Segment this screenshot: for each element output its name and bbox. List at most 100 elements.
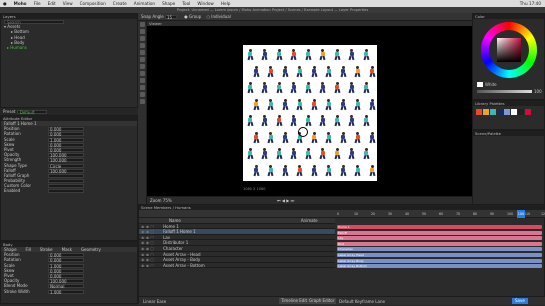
palette-swatch[interactable] bbox=[511, 109, 517, 115]
body-value[interactable]: 0.000 bbox=[48, 258, 84, 263]
tick-label: 80 bbox=[473, 212, 478, 216]
menu-composition[interactable]: Composition bbox=[80, 1, 106, 6]
body-value[interactable]: 1.000 bbox=[48, 263, 84, 268]
palette-swatch[interactable] bbox=[476, 109, 482, 115]
tick-label: 30 bbox=[388, 212, 393, 216]
body-value[interactable]: 1.000 bbox=[48, 289, 84, 294]
tree-item-humans[interactable]: ▸ Humans bbox=[1, 45, 137, 50]
layers-panel: Layers Search ▾ Assets ▸ Bottom ▸ Head ▸… bbox=[0, 13, 138, 108]
keyframe-bar[interactable]: Label Array Body bbox=[337, 258, 542, 263]
keyframe-bar[interactable]: Home 1 bbox=[337, 225, 542, 229]
menu-shape[interactable]: Shape bbox=[162, 1, 175, 6]
color-wheel[interactable] bbox=[481, 22, 537, 78]
attribute-value[interactable]: 1.000 bbox=[48, 137, 84, 142]
color-swatch[interactable] bbox=[477, 82, 483, 87]
preset-select[interactable]: Default bbox=[16, 110, 47, 115]
composition-canvas[interactable] bbox=[243, 45, 377, 181]
anchor-tool-icon[interactable] bbox=[139, 99, 145, 104]
menu-view[interactable]: View bbox=[63, 1, 73, 6]
library-header: Library Palettes bbox=[473, 101, 544, 106]
playhead[interactable]: 100 bbox=[517, 210, 525, 218]
viewer-toolbar: Snap Angle 15 ● Group ○ Individual bbox=[138, 13, 472, 21]
attribute-editor: Attribute Editor Falloff 1 Home 1 Positi… bbox=[0, 115, 138, 241]
visibility-icon[interactable]: ◉ ◉ ◻ bbox=[141, 235, 155, 240]
figure-illustration bbox=[290, 115, 297, 127]
menu-edit[interactable]: Edit bbox=[48, 1, 56, 6]
figure-illustration bbox=[267, 164, 274, 176]
move-tool-icon[interactable] bbox=[139, 22, 145, 27]
body-value[interactable]: Normal bbox=[48, 284, 84, 289]
attribute-value[interactable]: 100.000 bbox=[48, 158, 84, 163]
text-tool-icon[interactable] bbox=[139, 43, 145, 48]
visibility-icon[interactable]: ◉ ◉ ◻ bbox=[141, 229, 155, 234]
menu-help[interactable]: Help bbox=[221, 1, 231, 6]
layer-name: Lay bbox=[163, 234, 171, 240]
palette-swatch[interactable] bbox=[504, 109, 510, 115]
saturation-square[interactable] bbox=[497, 38, 521, 62]
attribute-value[interactable] bbox=[48, 189, 84, 194]
visibility-icon[interactable]: ◉ ◉ ◻ bbox=[141, 257, 155, 262]
scene-palette-panel: Scene/Palette bbox=[472, 130, 545, 208]
visibility-icon[interactable]: ◉ ◉ ◻ bbox=[141, 263, 155, 268]
timeline-row[interactable]: ◉ ◉ ◻ Asset Array - Bottom bbox=[139, 263, 335, 269]
tick-label: 120 bbox=[541, 212, 545, 216]
tool-strip bbox=[138, 13, 147, 208]
attribute-value[interactable]: 0.000 bbox=[48, 132, 84, 137]
hand-tool-icon[interactable] bbox=[139, 85, 145, 90]
palette-swatch[interactable] bbox=[490, 109, 496, 115]
ease-label[interactable]: Linear Ease bbox=[143, 299, 166, 304]
keyframe-bar[interactable]: Label Array Head bbox=[337, 253, 542, 257]
palette-swatch[interactable] bbox=[518, 109, 524, 115]
polygon-tool-icon[interactable] bbox=[139, 64, 145, 69]
snap-angle-label: Snap Angle bbox=[141, 14, 164, 19]
tree-label: Humans bbox=[10, 44, 27, 50]
menu-file[interactable]: File bbox=[34, 1, 41, 6]
figure-illustration bbox=[369, 164, 375, 176]
zoom-tool-icon[interactable] bbox=[139, 92, 145, 97]
keyframe-lane-status: Default Keyframe Lane bbox=[339, 299, 385, 304]
menu-create[interactable]: Create bbox=[113, 1, 127, 6]
body-panel: Body Shape Fill Stroke Mask Geometry Pos… bbox=[0, 241, 138, 304]
layer-name: Character bbox=[163, 245, 183, 251]
pen-tool-icon[interactable] bbox=[139, 29, 145, 34]
individual-toggle[interactable]: ○ Individual bbox=[207, 14, 231, 19]
palette-swatch[interactable] bbox=[483, 109, 489, 115]
tick-label: 90 bbox=[490, 212, 495, 216]
snap-angle-input[interactable]: 15 bbox=[165, 15, 177, 20]
zoom-readout[interactable]: Zoom 75% bbox=[150, 198, 172, 203]
palette-swatch[interactable] bbox=[497, 109, 503, 115]
eyedropper-tool-icon[interactable] bbox=[139, 78, 145, 83]
visibility-icon[interactable]: ◉ ◉ ◻ bbox=[141, 240, 155, 245]
keyframe-bar[interactable]: Dist bbox=[337, 241, 542, 246]
brush-tool-icon[interactable] bbox=[139, 36, 145, 41]
attribute-label: Enabled bbox=[4, 188, 21, 194]
keyframe-bar[interactable]: Falloff bbox=[337, 230, 542, 235]
visibility-icon[interactable]: ◉ ◉ ◻ bbox=[141, 252, 155, 257]
rectangle-tool-icon[interactable] bbox=[139, 50, 145, 55]
tick-label: 60 bbox=[439, 212, 444, 216]
menu-tool[interactable]: Tool bbox=[182, 1, 190, 6]
figure-illustration bbox=[348, 148, 355, 160]
menu-animation[interactable]: Animation bbox=[134, 1, 155, 6]
menu-window[interactable]: Window bbox=[197, 1, 214, 6]
app-menu[interactable]: Moho bbox=[14, 1, 27, 6]
star-tool-icon[interactable] bbox=[139, 71, 145, 76]
figure-illustration bbox=[276, 115, 282, 127]
palette-swatch[interactable] bbox=[525, 109, 531, 115]
apple-menu[interactable]: ● bbox=[3, 1, 7, 6]
attribute-value[interactable]: Circle bbox=[48, 163, 84, 168]
color-name: White bbox=[485, 82, 497, 87]
figure-illustration bbox=[267, 98, 274, 110]
visibility-icon[interactable]: ◉ ◉ ◻ bbox=[141, 224, 155, 229]
save-button[interactable]: Save bbox=[512, 298, 528, 304]
layer-name: Home 1 bbox=[163, 223, 179, 229]
keyframe-bar[interactable]: Label Array Bottom bbox=[337, 264, 542, 269]
visibility-icon[interactable]: ◉ ◉ ◻ bbox=[141, 246, 155, 251]
keyframe-bar[interactable]: Character bbox=[337, 247, 542, 252]
graph-editor-button[interactable]: Graph Editor bbox=[307, 298, 337, 304]
alpha-slider[interactable] bbox=[477, 90, 532, 93]
ellipse-tool-icon[interactable] bbox=[139, 57, 145, 62]
figure-illustration bbox=[334, 148, 340, 160]
group-toggle[interactable]: ● Group bbox=[184, 14, 201, 19]
keyframe-bar[interactable]: Lay bbox=[337, 236, 542, 241]
